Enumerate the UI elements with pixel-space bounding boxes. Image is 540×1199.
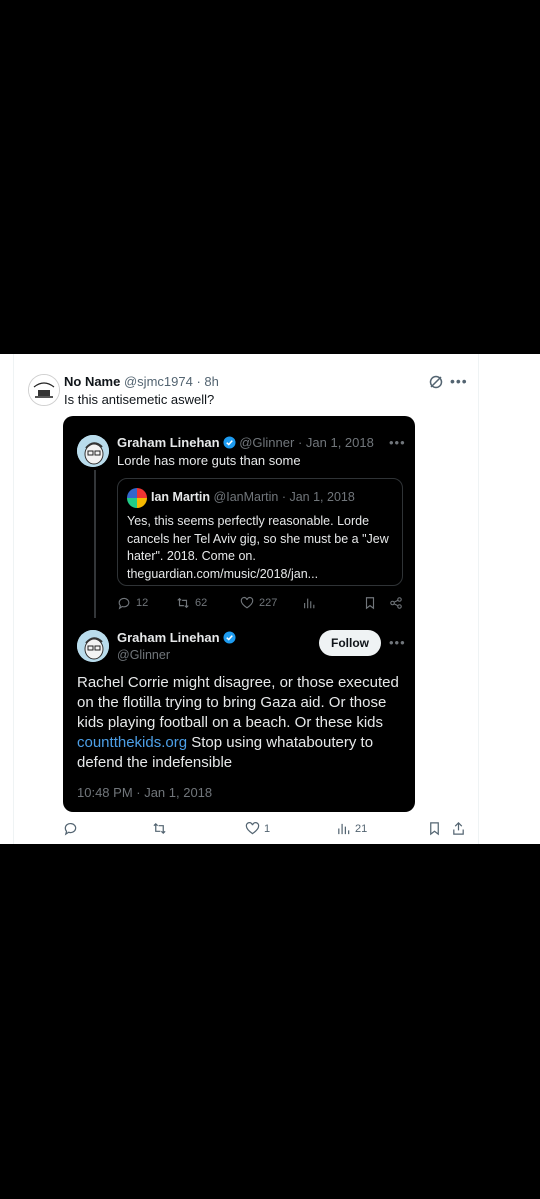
reply-action[interactable]: 12 bbox=[117, 596, 148, 610]
reply-icon bbox=[64, 822, 77, 836]
outer-views-count: 21 bbox=[355, 822, 368, 835]
follow-button[interactable]: Follow bbox=[319, 630, 381, 656]
outer-reply-action[interactable] bbox=[63, 821, 82, 836]
share-icon bbox=[453, 822, 464, 835]
like-action[interactable]: 227 bbox=[240, 596, 277, 610]
outer-author-name[interactable]: No Name bbox=[64, 374, 120, 389]
reply-author-avatar[interactable] bbox=[77, 630, 109, 662]
outer-tweet-text: Is this antisemetic aswell? bbox=[64, 392, 215, 407]
nested-tweet-text: Yes, this seems perfectly reasonable. Lo… bbox=[127, 514, 389, 581]
bookmark-icon bbox=[430, 822, 439, 836]
outer-like-count: 1 bbox=[264, 822, 271, 835]
more-options-icon[interactable]: ••• bbox=[389, 435, 406, 450]
retweet-action[interactable]: 62 bbox=[176, 596, 207, 610]
like-count: 227 bbox=[259, 597, 278, 609]
views-icon bbox=[338, 823, 350, 835]
views-icon bbox=[304, 598, 315, 609]
nested-header: Ian Martin @IanMartin · Jan 1, 2018 bbox=[151, 490, 355, 504]
views-action[interactable] bbox=[302, 596, 321, 610]
outer-tweet-header: No Name @sjmc1974 · 8h bbox=[64, 374, 219, 389]
outer-retweet-action[interactable] bbox=[152, 821, 171, 836]
share-action[interactable] bbox=[389, 596, 408, 610]
more-options-icon[interactable]: ••• bbox=[450, 373, 468, 389]
nested-date[interactable]: Jan 1, 2018 bbox=[289, 490, 354, 504]
reply-text-part1: Rachel Corrie might disagree, or those e… bbox=[77, 674, 399, 731]
retweet-count: 62 bbox=[195, 597, 208, 609]
separator: · bbox=[297, 435, 303, 450]
thread-line bbox=[94, 470, 96, 618]
nested-handle[interactable]: @IanMartin bbox=[214, 490, 279, 504]
reply-tweet-text: Rachel Corrie might disagree, or those e… bbox=[77, 673, 407, 773]
heart-icon bbox=[240, 596, 254, 609]
nested-author-avatar[interactable] bbox=[127, 488, 147, 508]
verified-badge-icon bbox=[223, 436, 236, 449]
outer-handle[interactable]: @sjmc1974 bbox=[124, 374, 193, 389]
reply-count: 12 bbox=[136, 597, 149, 609]
more-options-icon[interactable]: ••• bbox=[389, 635, 406, 650]
quoted-author-name[interactable]: Graham Linehan bbox=[117, 435, 220, 450]
reply-handle[interactable]: @Glinner bbox=[117, 648, 170, 662]
verified-badge-icon bbox=[223, 631, 236, 644]
reply-icon bbox=[118, 597, 130, 610]
retweet-icon bbox=[177, 597, 189, 609]
outer-time[interactable]: 8h bbox=[204, 374, 218, 389]
outer-avatar[interactable] bbox=[28, 374, 60, 406]
outer-bookmark-action[interactable] bbox=[427, 821, 446, 836]
quoted-author-avatar[interactable] bbox=[77, 435, 109, 467]
reply-author-name[interactable]: Graham Linehan bbox=[117, 630, 220, 645]
share-icon bbox=[390, 597, 402, 609]
grok-icon[interactable] bbox=[428, 374, 444, 390]
quoted-date[interactable]: Jan 1, 2018 bbox=[306, 435, 374, 450]
outer-like-action[interactable]: 1 bbox=[245, 821, 270, 836]
nested-author-name[interactable]: Ian Martin bbox=[151, 490, 210, 504]
outer-share-action[interactable] bbox=[451, 821, 470, 836]
bookmark-action[interactable] bbox=[363, 596, 382, 610]
quoted-handle[interactable]: @Glinner bbox=[239, 435, 294, 450]
outer-views-action[interactable]: 21 bbox=[336, 821, 367, 836]
quoted-tweet-text: Lorde has more guts than some bbox=[117, 453, 301, 468]
separator: · bbox=[281, 490, 286, 504]
quoted-header: Graham Linehan @Glinner · Jan 1, 2018 bbox=[117, 435, 374, 450]
heart-icon bbox=[245, 822, 260, 835]
reply-timestamp[interactable]: 10:48 PM · Jan 1, 2018 bbox=[77, 785, 212, 800]
countthekids-link[interactable]: countthekids.org bbox=[77, 734, 187, 751]
bookmark-icon bbox=[365, 597, 375, 610]
reply-header: Graham Linehan bbox=[117, 630, 236, 645]
separator: · bbox=[196, 374, 201, 389]
retweet-icon bbox=[153, 822, 166, 835]
